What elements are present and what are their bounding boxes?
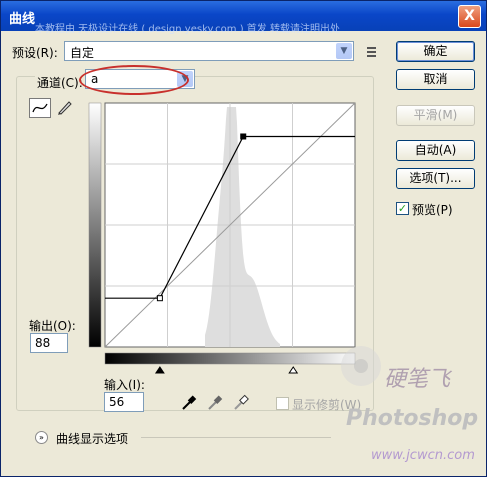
smooth-button[interactable]: 平滑(M): [396, 105, 475, 126]
curves-dialog: 曲线 本教程由 天极设计在线 ( design.yesky.com ) 首发 转…: [0, 0, 487, 477]
highlight-ellipse: [79, 65, 189, 95]
preview-checkbox[interactable]: ✓: [396, 202, 409, 215]
brand-watermark: Photoshop: [346, 406, 479, 431]
close-button[interactable]: X: [458, 5, 481, 28]
input-field[interactable]: 56: [104, 392, 144, 412]
url-watermark: www.jcwcn.com: [371, 448, 475, 463]
curve-tool-button[interactable]: [29, 98, 51, 118]
output-gradient-bar: [88, 102, 102, 348]
curve-control-point[interactable]: [240, 133, 247, 140]
pencil-icon: [58, 101, 72, 115]
list-menu-icon[interactable]: [364, 45, 376, 57]
gray-point-eyedropper-icon[interactable]: [206, 394, 224, 412]
preview-label: 预览(P): [412, 203, 453, 217]
preset-value: 自定: [70, 46, 95, 60]
top-watermark: 本教程由 天极设计在线 ( design.yesky.com ) 首发 转载请注…: [35, 24, 340, 35]
preset-label: 预设(R):: [12, 46, 58, 60]
curve-tool-icon: [32, 103, 48, 113]
white-point-slider[interactable]: [288, 366, 299, 374]
options-button[interactable]: 选项(T)...: [396, 168, 475, 189]
title-bar[interactable]: 曲线 本教程由 天极设计在线 ( design.yesky.com ) 首发 转…: [1, 1, 486, 35]
expand-icon[interactable]: »: [35, 431, 48, 444]
preset-select[interactable]: 自定 ▼: [64, 41, 354, 61]
input-label: 输入(I):: [104, 378, 145, 392]
dropdown-arrow-icon: ▼: [336, 43, 352, 59]
output-field[interactable]: 88: [30, 333, 68, 353]
curve-control-point[interactable]: [156, 295, 163, 302]
auto-button[interactable]: 自动(A): [396, 140, 475, 161]
calligraphy-watermark: 硬笔飞: [384, 367, 451, 392]
black-point-slider[interactable]: [154, 366, 165, 374]
white-point-eyedropper-icon[interactable]: [232, 394, 250, 412]
cancel-button[interactable]: 取消: [396, 69, 475, 90]
separator: [141, 437, 331, 438]
black-point-eyedropper-icon[interactable]: [180, 394, 198, 412]
ok-button[interactable]: 确定: [396, 41, 475, 62]
curve-plot-area: [104, 102, 356, 348]
window-title: 曲线: [9, 12, 36, 27]
input-gradient-bar: [104, 352, 356, 365]
flower-watermark-icon: [341, 346, 381, 386]
show-clipping-checkbox[interactable]: [276, 397, 289, 410]
output-label: 输出(O):: [29, 319, 76, 333]
pencil-button[interactable]: [54, 98, 76, 118]
curve-display-options-label[interactable]: 曲线显示选项: [56, 430, 128, 447]
channel-label: 通道(C):: [35, 74, 85, 91]
close-icon: X: [464, 8, 475, 24]
